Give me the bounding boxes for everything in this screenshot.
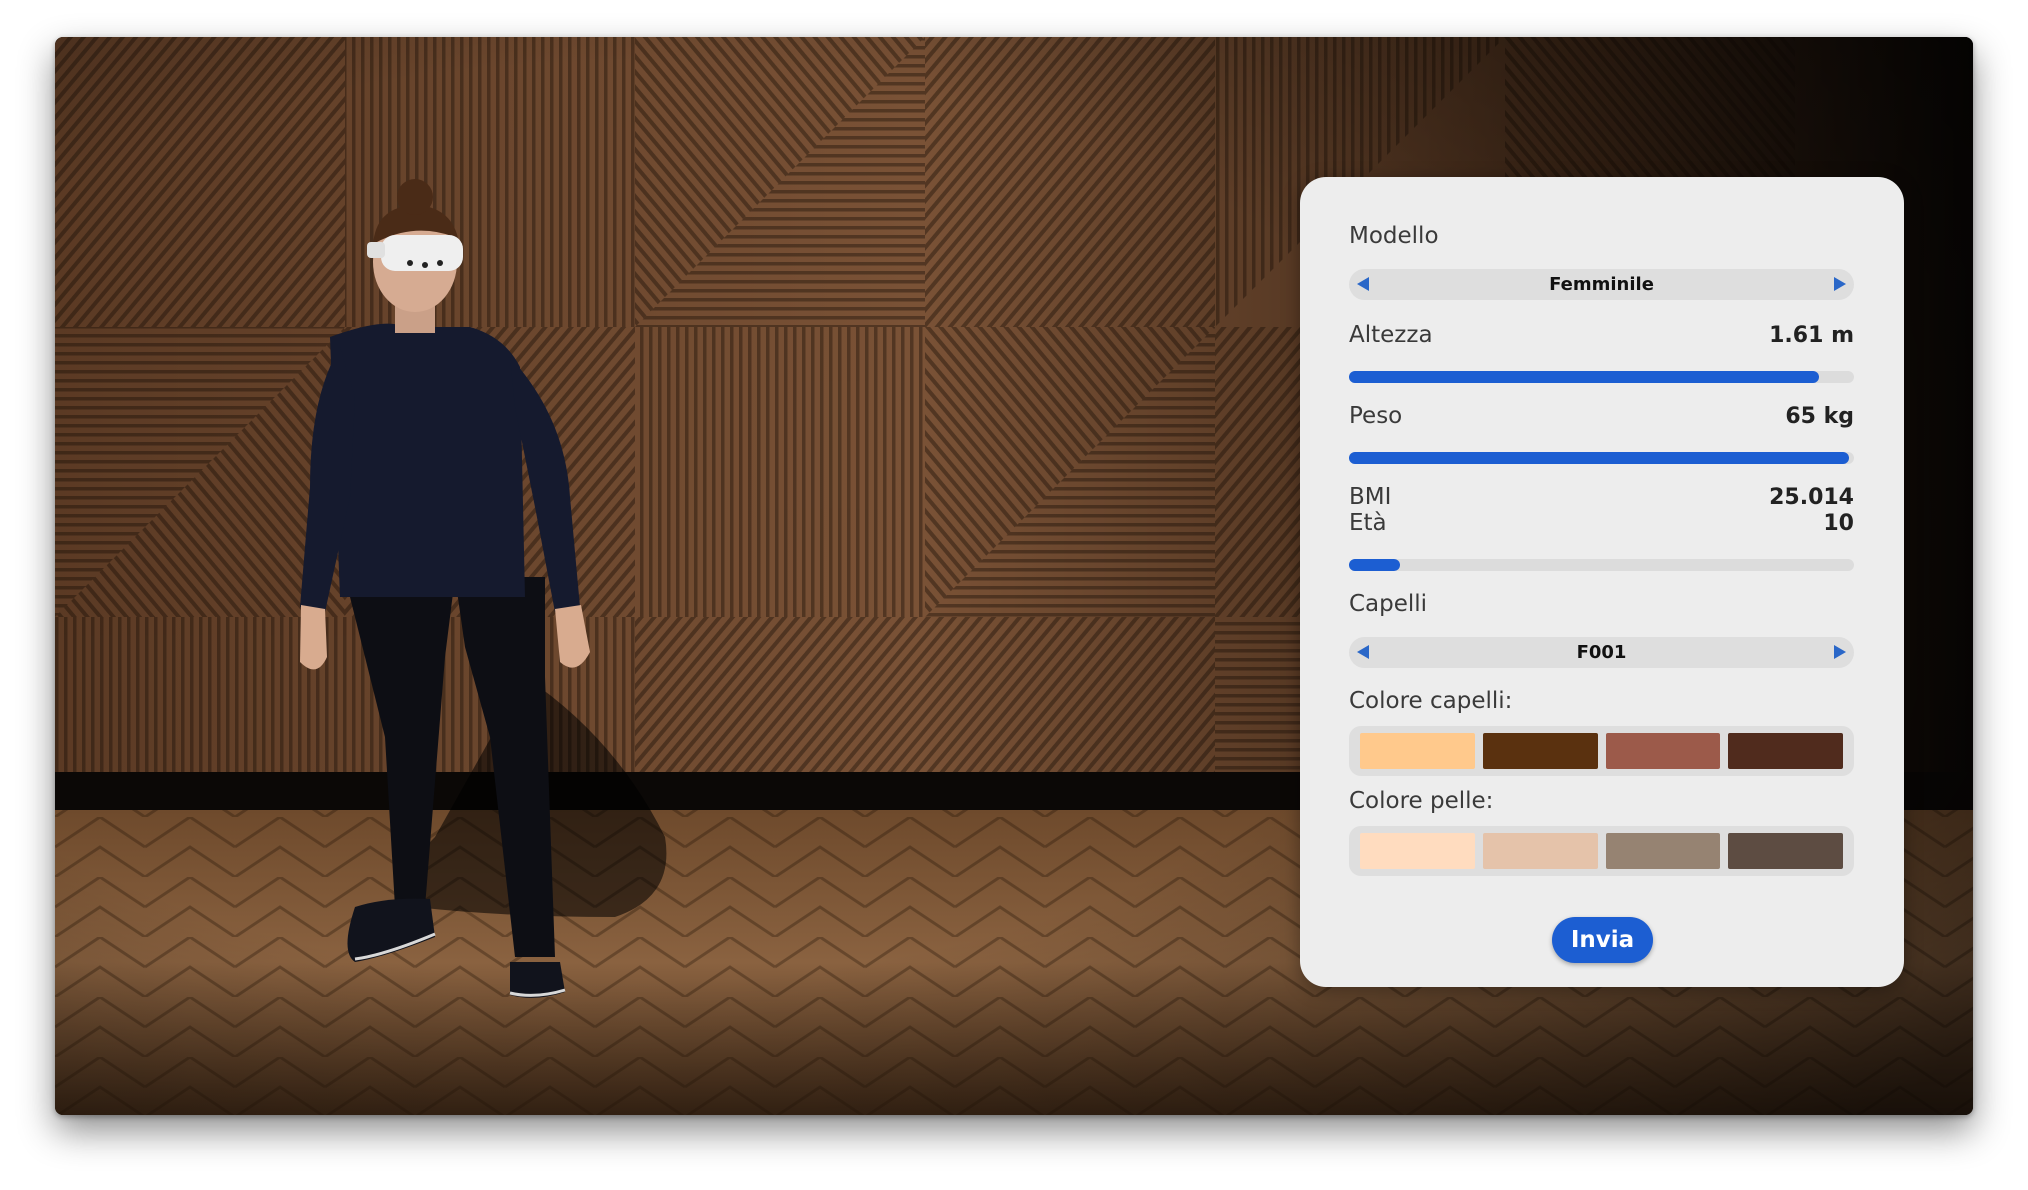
model-label: Modello [1349, 223, 1439, 249]
bmi-label: BMI [1349, 484, 1392, 510]
age-slider[interactable] [1349, 559, 1854, 571]
chevron-left-icon[interactable] [1357, 645, 1369, 659]
avatar-settings-panel: Modello Femminile Altezza 1.61 m Peso 65… [1300, 177, 1904, 987]
model-selector: Femminile [1349, 269, 1854, 300]
hair-color-swatch[interactable] [1605, 733, 1721, 769]
app-window: Modello Femminile Altezza 1.61 m Peso 65… [55, 37, 1973, 1115]
hair-color-swatches [1349, 726, 1854, 776]
height-label: Altezza [1349, 322, 1433, 348]
skin-color-swatch[interactable] [1605, 833, 1721, 869]
chevron-right-icon[interactable] [1834, 277, 1846, 291]
hair-color-swatch[interactable] [1728, 733, 1843, 769]
weight-slider[interactable] [1349, 452, 1854, 464]
bmi-value: 25.014 [1769, 485, 1854, 510]
weight-row: Peso 65 kg [1349, 403, 1854, 429]
hair-value: F001 [1576, 642, 1627, 663]
weight-value: 65 kg [1785, 404, 1854, 429]
chevron-right-icon[interactable] [1834, 645, 1846, 659]
age-row: Età 10 [1349, 510, 1854, 536]
hair-color-swatch[interactable] [1360, 733, 1475, 769]
weight-slider-fill [1349, 452, 1849, 464]
height-value: 1.61 m [1769, 323, 1854, 348]
hair-color-label: Colore capelli: [1349, 688, 1513, 714]
chevron-left-icon[interactable] [1357, 277, 1369, 291]
height-row: Altezza 1.61 m [1349, 322, 1854, 348]
age-label: Età [1349, 510, 1387, 536]
weight-label: Peso [1349, 403, 1403, 429]
submit-button[interactable]: Invia [1552, 917, 1653, 963]
hair-label: Capelli [1349, 591, 1428, 617]
skin-color-swatches [1349, 826, 1854, 876]
height-slider-fill [1349, 371, 1819, 383]
hair-selector: F001 [1349, 637, 1854, 668]
age-slider-fill [1349, 559, 1400, 571]
skin-color-swatch[interactable] [1728, 833, 1843, 869]
bmi-row: BMI 25.014 [1349, 484, 1854, 510]
skin-color-swatch[interactable] [1360, 833, 1475, 869]
skin-color-label: Colore pelle: [1349, 788, 1494, 814]
age-value: 10 [1823, 511, 1854, 536]
height-slider[interactable] [1349, 371, 1854, 383]
skin-color-swatch[interactable] [1482, 833, 1598, 869]
hair-color-swatch[interactable] [1482, 733, 1598, 769]
model-value: Femminile [1549, 274, 1654, 295]
